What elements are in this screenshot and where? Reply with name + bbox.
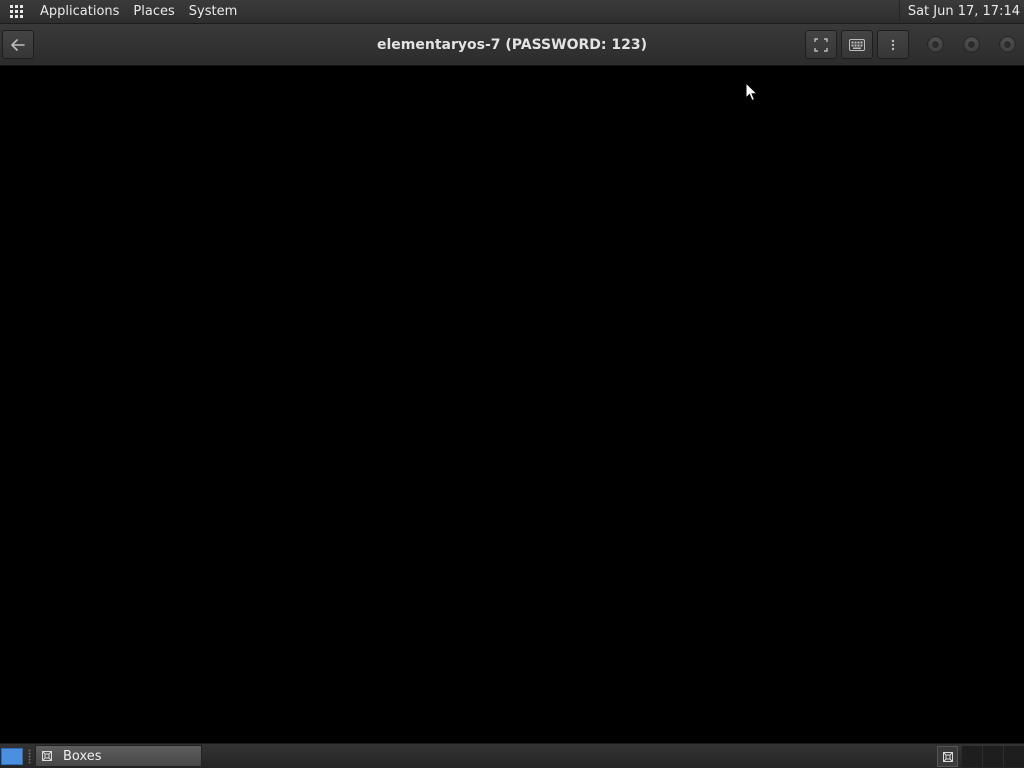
menu-button[interactable] [877, 30, 909, 59]
keyboard-button[interactable] [841, 30, 873, 59]
maximize-button[interactable] [963, 36, 980, 53]
screen: Applications Places System Sat Jun 17, 1… [0, 0, 1024, 768]
show-desktop-button[interactable] [1, 748, 23, 765]
arrow-left-icon [11, 38, 25, 51]
kebab-menu-icon [891, 39, 895, 50]
boxes-tray-icon[interactable] [937, 746, 958, 767]
workspace-3[interactable] [1004, 746, 1024, 767]
clock[interactable]: Sat Jun 17, 17:14 [898, 0, 1024, 24]
menu-applications[interactable]: Applications [33, 0, 126, 24]
top-panel: Applications Places System Sat Jun 17, 1… [0, 0, 1024, 24]
bottom-panel: Boxes [0, 743, 1024, 768]
boxes-app-icon [41, 750, 53, 762]
panel-handle[interactable] [28, 749, 31, 764]
menu-places[interactable]: Places [126, 0, 181, 24]
workspace-1[interactable] [962, 746, 983, 767]
close-button[interactable] [999, 36, 1016, 53]
keyboard-icon [849, 38, 865, 51]
back-button[interactable] [2, 30, 34, 59]
vm-display[interactable] [0, 66, 1024, 743]
app-grid-icon[interactable] [10, 4, 24, 19]
fullscreen-icon [814, 37, 828, 52]
fullscreen-button[interactable] [805, 30, 837, 59]
header-bar: elementaryos-7 (PASSWORD: 123) [0, 24, 1024, 66]
mouse-cursor-icon [745, 82, 759, 102]
taskbar-item-boxes[interactable]: Boxes [35, 745, 202, 767]
workspace-2[interactable] [983, 746, 1004, 767]
menu-system[interactable]: System [182, 0, 244, 24]
taskbar-item-label: Boxes [63, 748, 102, 764]
minimize-button[interactable] [927, 36, 944, 53]
